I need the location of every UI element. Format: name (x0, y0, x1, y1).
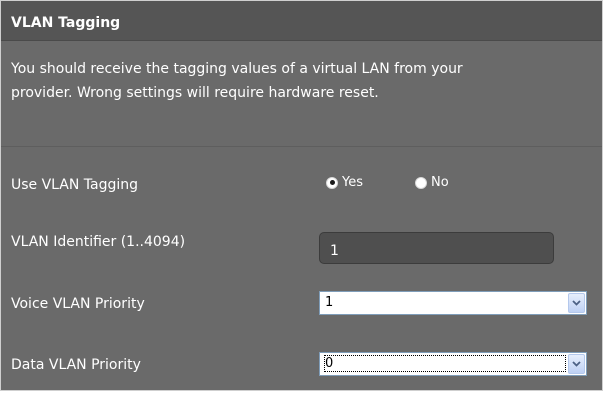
chevron-down-icon[interactable] (568, 354, 585, 374)
voice-vlan-priority-select[interactable]: 1 (319, 291, 587, 315)
radio-yes-label: Yes (342, 175, 363, 190)
divider (1, 146, 602, 147)
section-header: VLAN Tagging (1, 1, 602, 41)
section-title: VLAN Tagging (11, 15, 121, 31)
data-vlan-priority-select[interactable]: 0 (319, 352, 587, 376)
chevron-down-icon[interactable] (568, 293, 585, 313)
data-vlan-priority-label: Data VLAN Priority (11, 357, 141, 373)
data-vlan-priority-value: 0 (323, 355, 567, 372)
vlan-identifier-label: VLAN Identifier (1..4094) (11, 234, 186, 250)
radio-yes[interactable]: Yes (326, 175, 363, 190)
use-vlan-tagging-label: Use VLAN Tagging (11, 177, 139, 193)
voice-vlan-priority-value: 1 (325, 295, 334, 310)
voice-vlan-priority-label: Voice VLAN Priority (11, 296, 145, 312)
radio-unselected-icon[interactable] (415, 176, 427, 189)
vlan-identifier-input[interactable] (319, 232, 554, 264)
radio-no-label: No (431, 175, 449, 190)
section-description: You should receive the tagging values of… (11, 61, 463, 101)
radio-no[interactable]: No (415, 175, 449, 190)
radio-selected-icon[interactable] (326, 176, 338, 189)
vlan-tagging-panel: VLAN Tagging You should receive the tagg… (0, 0, 603, 391)
radio-dot (329, 180, 335, 185)
use-vlan-tagging-radio-group: Yes No (326, 175, 501, 190)
